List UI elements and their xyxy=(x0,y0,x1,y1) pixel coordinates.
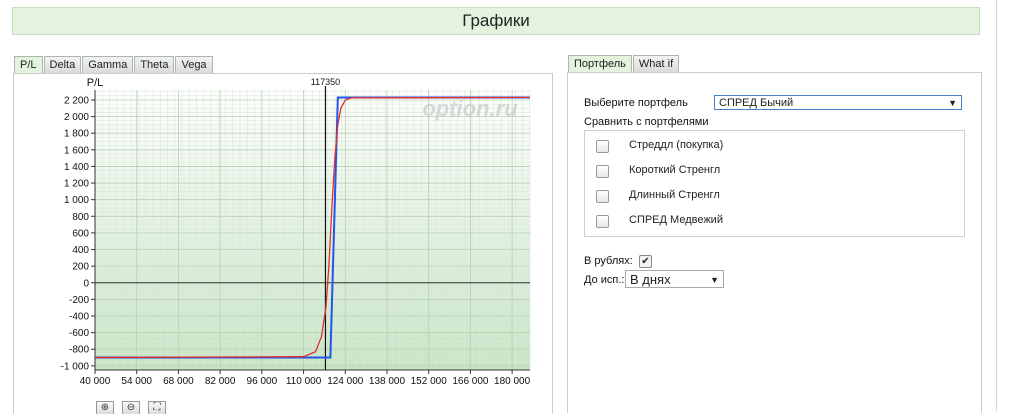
zoom-out-button[interactable]: ⊖ xyxy=(122,401,140,414)
compare-item-label: Короткий Стренгл xyxy=(629,164,721,176)
select-portfolio-label: Выберите портфель xyxy=(584,97,688,109)
y-tick-label: 0 xyxy=(83,278,89,289)
to-expiry-value: В днях xyxy=(630,272,671,287)
y-tick-label: 1 000 xyxy=(64,195,89,206)
to-expiry-label: До исп.: xyxy=(584,274,625,286)
x-tick-label: 110 000 xyxy=(286,376,322,387)
x-tick-label: 82 000 xyxy=(205,376,236,387)
list-item: Длинный Стренгл xyxy=(585,189,964,203)
y-tick-label: -200 xyxy=(69,295,89,306)
list-item: Короткий Стренгл xyxy=(585,164,964,178)
y-tick-label: 1 600 xyxy=(64,145,89,156)
y-tick-label: 1 400 xyxy=(64,162,89,173)
y-tick-label: 400 xyxy=(72,245,89,256)
spot-price-label: 117350 xyxy=(311,77,340,87)
in-rubles-label: В рублях: xyxy=(584,255,633,267)
compare-list: Стреддл (покупка) Короткий Стренгл Длинн… xyxy=(584,130,965,237)
watermark: option.ru xyxy=(422,96,518,121)
to-expiry-select[interactable]: В днях ▼ xyxy=(625,270,724,288)
list-item: СПРЕД Медвежий xyxy=(585,214,964,228)
y-tick-label: -1 000 xyxy=(61,361,90,372)
x-tick-label: 166 000 xyxy=(452,376,489,387)
compare-label: Сравнить с портфелями xyxy=(584,116,709,128)
y-tick-label: 2 000 xyxy=(64,112,89,123)
x-tick-label: 40 000 xyxy=(80,376,111,387)
x-tick-label: 124 000 xyxy=(327,376,364,387)
x-tick-label: 138 000 xyxy=(369,376,406,387)
list-item: Стреддл (покупка) xyxy=(585,139,964,153)
portfolio-select[interactable]: СПРЕД Бычий ▼ xyxy=(714,95,962,110)
in-rubles-checkbox[interactable]: ✔ xyxy=(639,255,652,268)
y-tick-label: -400 xyxy=(69,311,89,322)
zoom-in-button[interactable]: ⊕ xyxy=(96,401,114,414)
chevron-down-icon: ▼ xyxy=(948,98,957,108)
compare-checkbox[interactable] xyxy=(596,190,609,203)
y-tick-label: 600 xyxy=(72,228,89,239)
y-tick-label: 1 800 xyxy=(64,129,89,140)
x-tick-label: 96 000 xyxy=(247,376,278,387)
y-tick-label: -800 xyxy=(69,345,89,356)
y-tick-label: 1 200 xyxy=(64,179,89,190)
portfolio-select-value: СПРЕД Бычий xyxy=(719,97,794,109)
x-tick-label: 54 000 xyxy=(121,376,152,387)
y-axis-label: P/L xyxy=(87,77,104,89)
zoom-reset-button[interactable]: ⛶ xyxy=(148,401,166,414)
compare-item-label: Длинный Стренгл xyxy=(629,189,720,201)
y-tick-label: 200 xyxy=(72,262,89,273)
chevron-down-icon: ▼ xyxy=(710,275,719,285)
y-tick-label: 2 200 xyxy=(64,95,89,106)
compare-checkbox[interactable] xyxy=(596,140,609,153)
x-tick-label: 68 000 xyxy=(163,376,194,387)
x-tick-label: 180 000 xyxy=(494,376,531,387)
compare-checkbox[interactable] xyxy=(596,165,609,178)
y-tick-label: -600 xyxy=(69,328,89,339)
y-tick-label: 800 xyxy=(72,212,89,223)
compare-item-label: Стреддл (покупка) xyxy=(629,139,724,151)
compare-checkbox[interactable] xyxy=(596,215,609,228)
x-tick-label: 152 000 xyxy=(411,376,448,387)
compare-item-label: СПРЕД Медвежий xyxy=(629,214,723,226)
